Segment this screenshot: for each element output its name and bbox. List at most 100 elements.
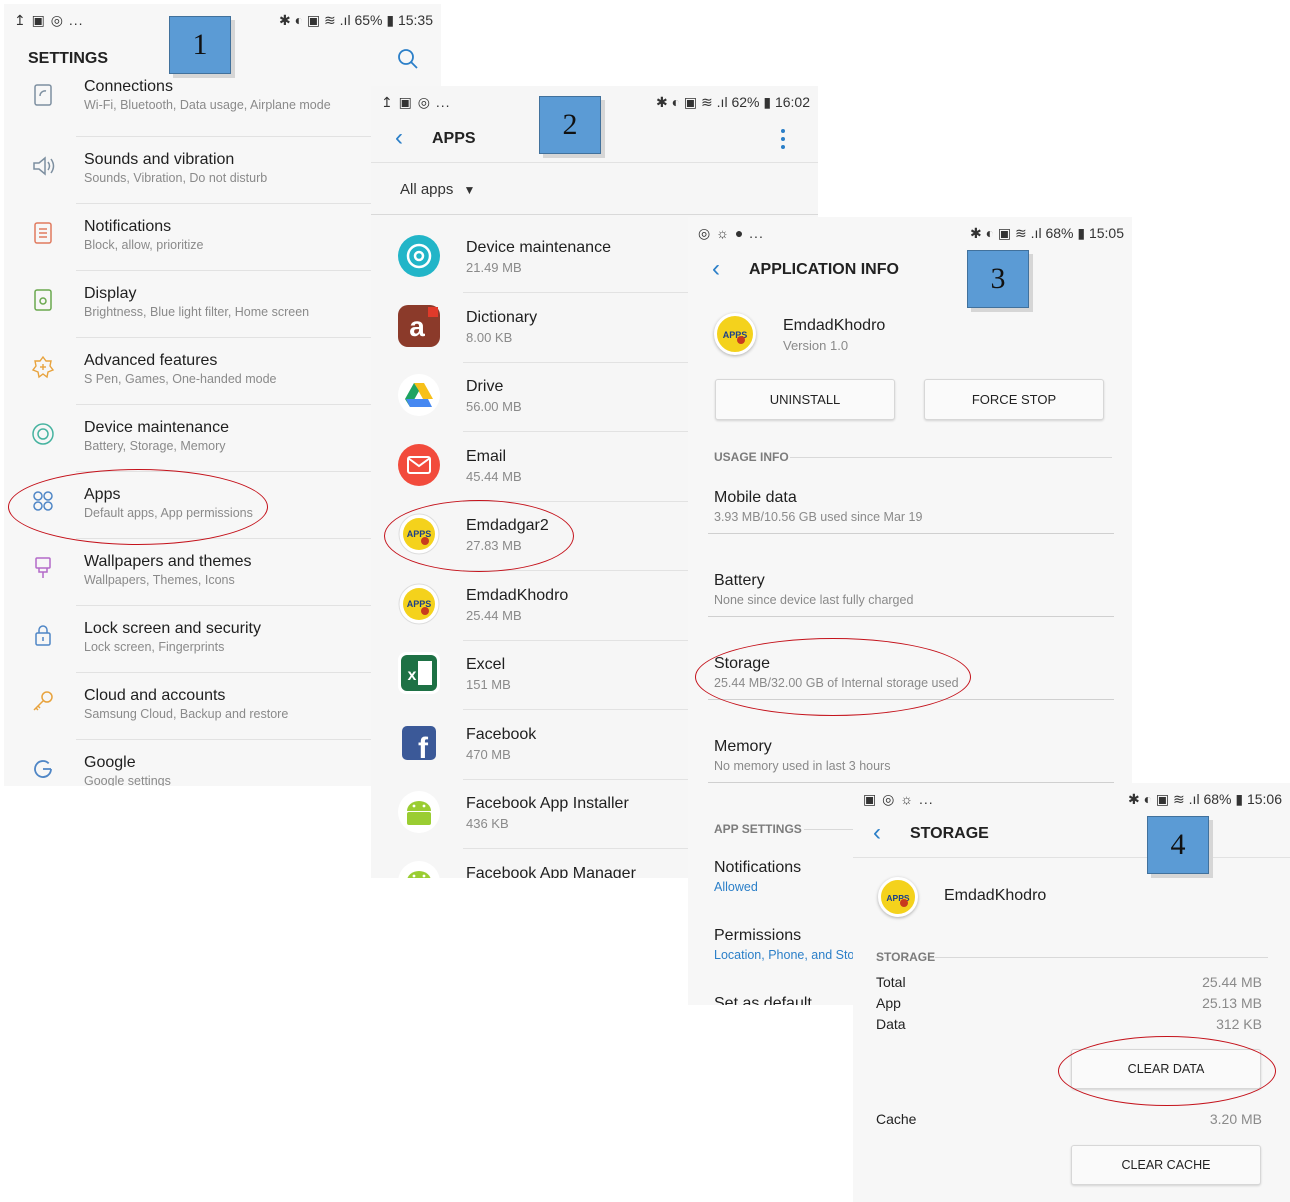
cache-value: 3.20 MB — [1209, 1111, 1262, 1127]
svg-text:f: f — [418, 732, 429, 764]
app-size: 151 MB — [466, 677, 511, 692]
storage-panel: ▣ ◎ ☼ ... ✱ ◐ ▣ ≋ .ıl 68% ▮ 15:06 ‹ STOR… — [853, 783, 1290, 1202]
svg-text:a: a — [409, 311, 425, 342]
app-name: Drive — [466, 378, 504, 395]
app-setting-title: Notifications — [714, 859, 802, 876]
settings-item-title: Cloud and accounts — [84, 687, 226, 704]
usage-item-subtitle: No memory used in last 3 hours — [714, 759, 891, 773]
drive-app-icon — [398, 374, 440, 416]
dropdown-arrow-icon: ▼ — [463, 183, 476, 197]
lock-icon — [30, 622, 56, 653]
app-name: Facebook — [466, 725, 537, 743]
emdadkhodro-app-icon: APPS — [714, 313, 756, 355]
settings-item-title: Display — [84, 285, 137, 302]
search-icon[interactable] — [396, 47, 420, 71]
total-value: 25.44 MB — [1202, 974, 1262, 990]
status-icons-right: ✱ ◐ ▣ ≋ .ıl 68% ▮ 15:06 — [1127, 791, 1282, 807]
step-badge-1: 1 — [169, 16, 231, 74]
uninstall-button[interactable]: UNINSTALL — [715, 379, 895, 420]
settings-item-title: Connections — [84, 78, 173, 95]
storage-highlight-oval — [695, 638, 971, 716]
divider — [708, 616, 1114, 617]
settings-item-title: Lock screen and security — [84, 620, 261, 637]
sound-icon — [30, 153, 56, 184]
step-badge-2: 2 — [539, 96, 601, 154]
app-name: Facebook App Installer — [466, 795, 629, 812]
app-size: 56.00 MB — [466, 399, 522, 414]
usage-item-subtitle: 3.93 MB/10.56 GB used since Mar 19 — [714, 510, 923, 524]
app-settings-header: APP SETTINGS — [714, 822, 802, 836]
page-title: STORAGE — [910, 825, 989, 842]
dictionary-app-icon: a — [398, 304, 440, 347]
device-maintenance-icon — [30, 421, 56, 452]
more-options-icon[interactable] — [779, 128, 787, 150]
data-label: Data — [876, 1016, 906, 1032]
app-filter-dropdown[interactable]: All apps ▼ — [400, 181, 475, 198]
device-maintenance-app-icon — [398, 235, 440, 277]
filter-label: All apps — [400, 181, 454, 198]
settings-item-subtitle: Lock screen, Fingerprints — [84, 640, 225, 654]
divider — [371, 162, 818, 163]
cache-label: Cache — [876, 1111, 917, 1127]
app-setting-subtitle: Location, Phone, and Sto — [714, 948, 855, 962]
usage-item-mobile-data[interactable]: Mobile data 3.93 MB/10.56 GB used since M… — [688, 485, 1132, 555]
clear-data-highlight-oval — [1058, 1036, 1276, 1106]
notifications-icon — [30, 220, 56, 251]
app-name: Device maintenance — [466, 239, 611, 256]
emdadgar2-highlight-oval — [384, 500, 574, 572]
emdadkhodro-app-icon: APPS — [878, 877, 918, 917]
settings-item-subtitle: S Pen, Games, One-handed mode — [84, 372, 277, 386]
app-setting-subtitle: Allowed — [714, 880, 758, 894]
app-size-label: App — [876, 995, 901, 1011]
settings-item-subtitle: Samsung Cloud, Backup and restore — [84, 707, 289, 721]
app-size: 470 MB — [466, 746, 511, 762]
force-stop-button[interactable]: FORCE STOP — [924, 379, 1104, 420]
app-setting-title: Permissions — [714, 927, 802, 944]
usage-item-battery[interactable]: Battery None since device last fully char… — [688, 568, 1132, 638]
svg-text:APPS: APPS — [407, 599, 432, 609]
advanced-features-icon — [30, 354, 56, 385]
app-size: 436 KB — [466, 816, 509, 831]
excel-app-icon: x — [398, 652, 440, 694]
settings-item-subtitle: Wallpapers, Themes, Icons — [84, 573, 235, 587]
status-icons-right: ✱ ◐ ▣ ≋ .ıl 65% ▮ 15:35 — [278, 12, 433, 28]
settings-item-title: Device maintenance — [84, 419, 229, 436]
connections-icon — [30, 82, 56, 113]
settings-item-title: Notifications — [84, 218, 172, 235]
status-icons-right: ✱ ◐ ▣ ≋ .ıl 68% ▮ 15:05 — [969, 225, 1124, 241]
google-icon — [30, 756, 56, 786]
app-name: EmdadKhodro — [944, 887, 1047, 904]
settings-item-subtitle: Sounds, Vibration, Do not disturb — [84, 171, 268, 185]
settings-item-title: Wallpapers and themes — [84, 553, 252, 570]
divider — [790, 457, 1112, 458]
app-name: Dictionary — [466, 308, 538, 326]
divider — [853, 857, 1290, 858]
status-icons-left: ↥ ▣ ◎ ... — [14, 12, 84, 28]
email-app-icon — [398, 443, 440, 486]
status-icons-left: ▣ ◎ ☼ ... — [863, 791, 934, 807]
status-icons-left: ↥ ▣ ◎ ... — [381, 94, 451, 110]
app-size: 8.00 KB — [466, 329, 513, 345]
back-icon[interactable]: ‹ — [395, 126, 403, 150]
app-size: 25.44 MB — [466, 607, 522, 623]
app-name: Excel — [466, 656, 506, 673]
settings-item-subtitle: Wi-Fi, Bluetooth, Data usage, Airplane m… — [84, 98, 331, 112]
back-icon[interactable]: ‹ — [712, 257, 720, 281]
usage-item-title: Battery — [714, 572, 765, 589]
settings-item-title: Google — [84, 754, 136, 771]
app-name: EmdadKhodro — [466, 586, 569, 604]
back-icon[interactable]: ‹ — [873, 821, 881, 845]
settings-item-subtitle: Brightness, Blue light filter, Home scre… — [84, 305, 310, 319]
apps-highlight-oval — [8, 469, 268, 545]
usage-item-title: Memory — [714, 738, 772, 755]
app-setting-title: Set as default — [714, 995, 812, 1005]
settings-item-subtitle: Block, allow, prioritize — [84, 238, 204, 252]
divider — [708, 533, 1114, 534]
step-badge-4: 4 — [1147, 816, 1209, 874]
status-icons-right: ✱ ◐ ▣ ≋ .ıl 62% ▮ 16:02 — [655, 94, 810, 110]
clear-cache-button[interactable]: CLEAR CACHE — [1071, 1145, 1261, 1185]
emdadkhodro-app-icon: APPS — [398, 583, 440, 625]
data-value: 312 KB — [1216, 1016, 1262, 1032]
status-bar: ▣ ◎ ☼ ... ✱ ◐ ▣ ≋ .ıl 68% ▮ 15:06 — [853, 783, 1290, 817]
settings-item-title: Advanced features — [84, 352, 218, 369]
